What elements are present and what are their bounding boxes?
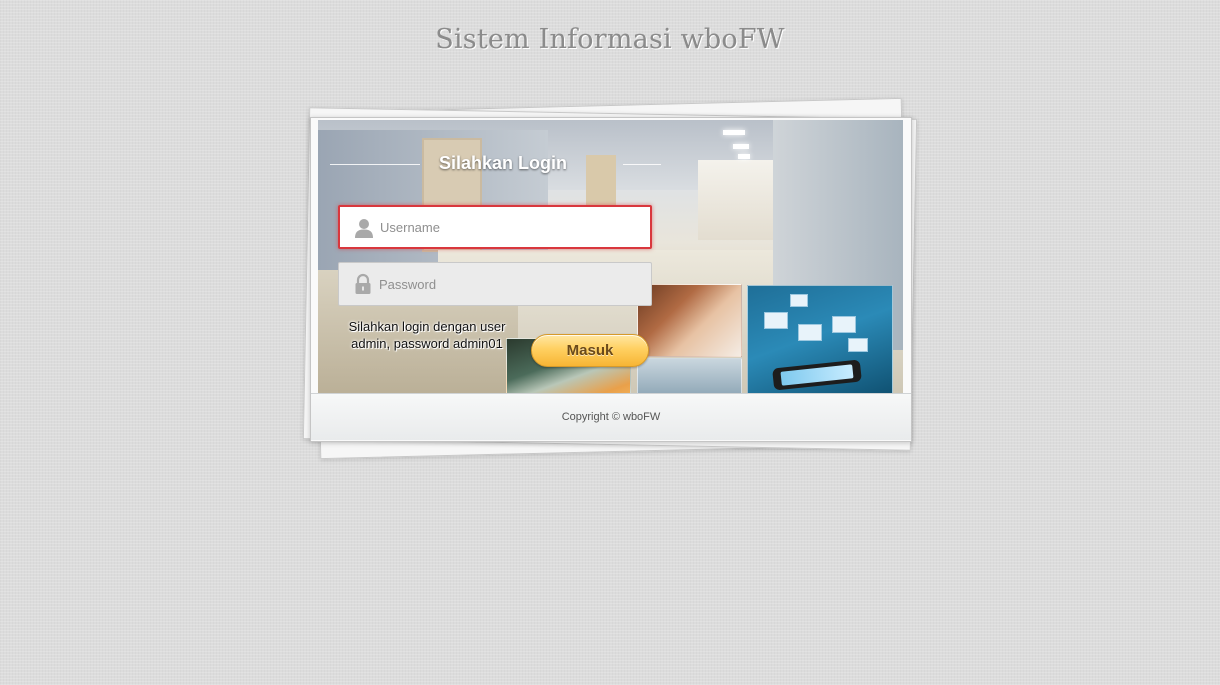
envelope-icon	[832, 316, 856, 333]
password-field[interactable]	[338, 262, 652, 306]
masuk-button[interactable]: Masuk	[531, 334, 649, 367]
envelope-icon	[848, 338, 868, 352]
username-input[interactable]	[380, 207, 648, 247]
mother-baby-photo	[637, 284, 742, 357]
phone-icon	[772, 359, 862, 391]
user-icon	[354, 217, 374, 239]
password-input[interactable]	[379, 263, 647, 305]
envelope-icon	[790, 294, 808, 307]
clinic-photo	[637, 358, 742, 393]
login-card: Silahkan Login Silahkan login dengan use	[310, 117, 912, 442]
lock-icon	[353, 273, 373, 295]
username-field[interactable]	[338, 205, 652, 249]
envelope-icon	[764, 312, 788, 329]
page-title: Sistem Informasi wboFW	[435, 24, 785, 55]
mobile-messaging-photo	[747, 285, 893, 393]
envelope-icon	[798, 324, 822, 341]
login-hint: Silahkan login dengan user admin, passwo…	[348, 319, 506, 351]
login-heading: Silahkan Login	[438, 153, 567, 173]
footer-copyright: Copyright © wboFW	[311, 393, 911, 440]
hospital-background-image: Silahkan Login Silahkan login dengan use	[318, 120, 903, 393]
